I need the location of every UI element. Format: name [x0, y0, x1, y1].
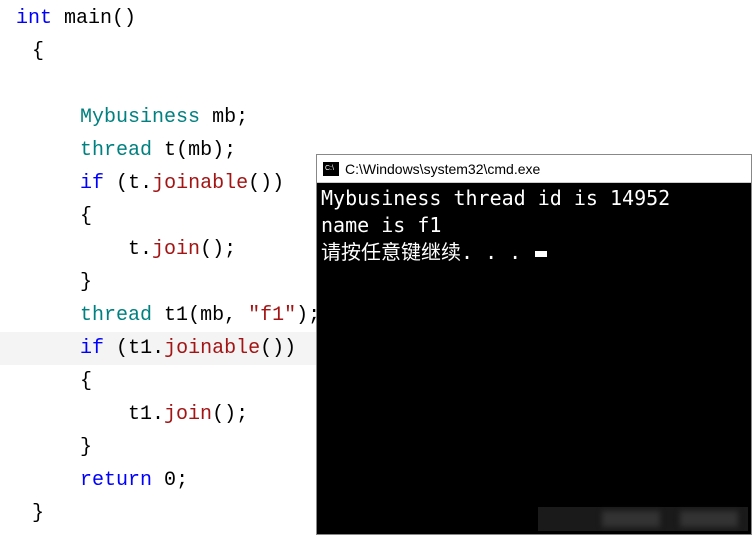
- code-line[interactable]: [0, 68, 752, 101]
- blurred-region: [538, 507, 748, 531]
- console-titlebar[interactable]: C:\Windows\system32\cmd.exe: [317, 155, 751, 183]
- code-line[interactable]: Mybusiness mb;: [0, 101, 752, 134]
- cmd-icon: [323, 162, 339, 176]
- console-window: C:\Windows\system32\cmd.exe Mybusiness t…: [316, 154, 752, 535]
- code-line[interactable]: {: [0, 35, 752, 68]
- console-title: C:\Windows\system32\cmd.exe: [345, 161, 540, 177]
- console-output: Mybusiness thread id is 14952 name is f1…: [317, 183, 751, 268]
- console-line: 请按任意键继续. . .: [321, 239, 747, 266]
- cursor-icon: [535, 251, 547, 257]
- console-line: name is f1: [321, 212, 747, 239]
- console-line: Mybusiness thread id is 14952: [321, 185, 747, 212]
- code-line[interactable]: int main(): [0, 2, 752, 35]
